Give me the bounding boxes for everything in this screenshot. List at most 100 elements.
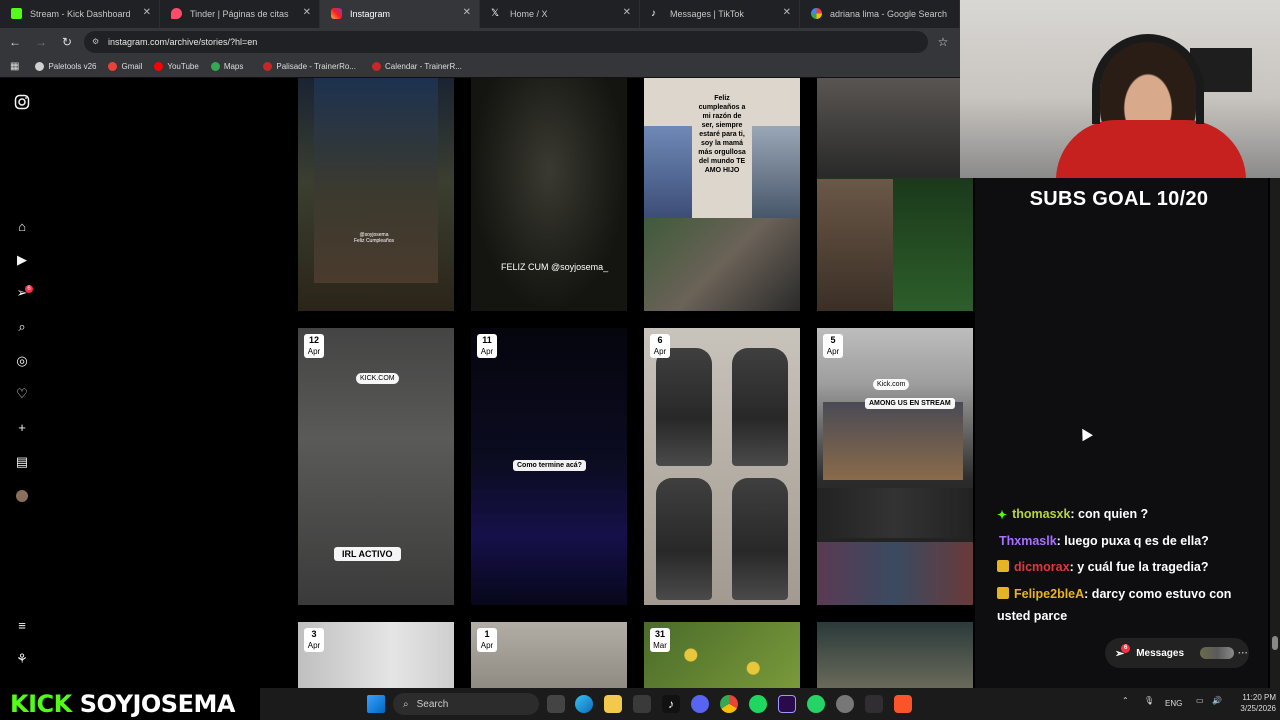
obs-icon[interactable] (865, 695, 883, 713)
bookmark-youtube[interactable]: YouTube (154, 62, 199, 71)
bookmark-label: Paletools v26 (48, 62, 97, 71)
url-text: instagram.com/archive/stories/?hl=en (108, 37, 258, 47)
instagram-messages-button[interactable]: ➢ 6 Messages ··· (1105, 638, 1249, 668)
tab-tiktok[interactable]: ♪ Messages | TikTok ✕ (640, 0, 800, 28)
story-thumbnail[interactable]: Feliz cumpleaños a mi razón de ser, siem… (644, 78, 800, 311)
tab-kick-dashboard[interactable]: Stream - Kick Dashboard ✕ (0, 0, 160, 28)
story-thumbnail[interactable]: 11 Apr Como termine acá? (471, 328, 627, 605)
instagram-icon (331, 8, 342, 19)
premiere-icon[interactable] (778, 695, 796, 713)
story-sub-caption: KICK.COM (356, 373, 399, 384)
story-thumbnail[interactable]: 5 Apr Kick.com AMONG US EN STREAM (817, 328, 973, 605)
story-date: 11 Apr (477, 334, 497, 358)
spotify-icon[interactable] (749, 695, 767, 713)
home-icon[interactable]: ⌂ (14, 219, 30, 235)
store-icon[interactable] (633, 695, 651, 713)
google-icon (811, 8, 822, 19)
story-thumbnail[interactable]: 3 Apr (298, 622, 454, 688)
reels-icon[interactable]: ▶ (14, 252, 30, 268)
bookmark-star-icon[interactable]: ☆ (932, 31, 954, 53)
date-month: Apr (480, 347, 494, 356)
screen: Stream - Kick Dashboard ✕ Tinder | Págin… (0, 0, 1280, 720)
story-photo (644, 218, 800, 311)
file-explorer-icon[interactable] (604, 695, 622, 713)
date-month: Apr (480, 641, 494, 650)
bookmark-calendar[interactable]: Calendar - TrainerR... (371, 62, 462, 71)
explore-icon[interactable]: ◎ (14, 353, 30, 369)
story-thumbnail[interactable] (817, 622, 973, 688)
date-day: 3 (311, 629, 317, 639)
reload-icon[interactable]: ↻ (56, 31, 78, 53)
close-tab-icon[interactable]: ✕ (783, 7, 791, 18)
bookmark-gmail[interactable]: Gmail (108, 62, 142, 71)
chat-username: dicmorax (1014, 560, 1070, 574)
tab-tinder[interactable]: Tinder | Páginas de citas ✕ (160, 0, 320, 28)
threads-icon[interactable]: ⚘ (14, 651, 30, 667)
chrome-icon[interactable] (720, 695, 738, 713)
apps-grid-icon[interactable]: ▦ (10, 61, 19, 72)
instagram-logo-icon[interactable] (14, 94, 30, 110)
trainerroad-icon (371, 62, 381, 71)
story-thumbnail[interactable]: 31 Mar (644, 622, 800, 688)
dashboard-icon[interactable]: ▤ (14, 454, 30, 470)
forward-icon[interactable]: → (30, 31, 52, 53)
taskbar-search[interactable]: ⌕ Search (393, 693, 539, 715)
chat-message: dicmorax: y cuál fue la tragedia? (997, 556, 1259, 578)
taskbar-clock[interactable]: 11:20 PM 3/25/2026 (1226, 692, 1276, 714)
story-thumbnail[interactable]: 1 Apr (471, 622, 627, 688)
close-tab-icon[interactable]: ✕ (143, 7, 151, 18)
crown-badge-icon (997, 560, 1009, 572)
story-date: 31 Mar (650, 628, 670, 652)
tab-title: Messages | TikTok (670, 9, 744, 19)
site-info-icon[interactable]: ⚙ (92, 37, 102, 47)
chat-username: Thxmaslk (999, 534, 1057, 548)
language-indicator[interactable]: ENG (1165, 699, 1182, 708)
tab-instagram[interactable]: Instagram ✕ (320, 0, 480, 28)
network-icon[interactable]: ▭ (1196, 696, 1204, 705)
tab-google[interactable]: adriana lima - Google Search (800, 0, 960, 28)
whatsapp-icon[interactable] (807, 695, 825, 713)
edge-icon[interactable] (575, 695, 593, 713)
scrollbar-thumb[interactable] (1272, 636, 1278, 650)
story-thumbnail[interactable]: 6 Apr (644, 328, 800, 605)
volume-icon[interactable]: 🔊 (1212, 696, 1222, 705)
tiktok-app-icon[interactable]: ♪ (662, 695, 680, 713)
tray-overflow-icon[interactable]: ⌃ (1122, 696, 1129, 705)
bookmark-maps[interactable]: Maps (210, 62, 243, 71)
close-tab-icon[interactable]: ✕ (303, 7, 311, 18)
story-thumbnail[interactable]: 12 Apr KICK.COM IRL ACTIVO (298, 328, 454, 605)
search-icon[interactable]: ⌕ (14, 319, 30, 335)
close-tab-icon[interactable]: ✕ (623, 7, 631, 18)
tab-x[interactable]: 𝕏 Home / X ✕ (480, 0, 640, 28)
task-view-icon[interactable] (547, 695, 565, 713)
tiktok-icon: ♪ (651, 8, 656, 19)
microphone-icon[interactable]: 🎙 (1144, 696, 1154, 705)
story-date: 6 Apr (650, 334, 670, 358)
bookmark-label: Gmail (121, 62, 143, 71)
bookmark-paletools[interactable]: Paletools v26 (35, 62, 96, 71)
bookmark-palisade[interactable]: Palisade - TrainerRo... (263, 62, 356, 71)
page-scrollbar[interactable] (1270, 178, 1280, 688)
messages-badge: 6 (25, 285, 33, 293)
windows-start-icon[interactable] (367, 695, 385, 713)
story-thumbnail[interactable] (817, 78, 973, 311)
bookmarks-bar: ▦ Paletools v26 Gmail YouTube Maps Palis… (0, 56, 960, 78)
story-caption: Feliz cumpleaños a mi razón de ser, siem… (698, 95, 746, 174)
create-icon[interactable]: + (14, 420, 30, 436)
story-caption: FELIZ CUM @soyjosema_ (501, 262, 609, 272)
notifications-icon[interactable]: ♡ (14, 386, 30, 402)
app-icon[interactable] (836, 695, 854, 713)
brave-icon[interactable] (894, 695, 912, 713)
menu-icon[interactable]: ≡ (14, 618, 30, 634)
story-thumbnail[interactable]: @soyjosema Feliz Cumpleaños (298, 78, 454, 311)
back-icon[interactable]: ← (4, 31, 26, 53)
discord-icon[interactable] (691, 695, 709, 713)
story-date: 12 Apr (304, 334, 324, 358)
chat-message: Felipe2bleA: darcy como estuvo con usted… (997, 583, 1259, 627)
story-thumbnail[interactable]: FELIZ CUM @soyjosema_ (471, 78, 627, 311)
address-bar[interactable]: ⚙ instagram.com/archive/stories/?hl=en (84, 31, 928, 53)
profile-avatar-icon[interactable] (14, 488, 30, 504)
date-month: Apr (307, 641, 321, 650)
close-tab-icon[interactable]: ✕ (463, 7, 471, 18)
taskbar-search-placeholder: Search (416, 698, 449, 710)
